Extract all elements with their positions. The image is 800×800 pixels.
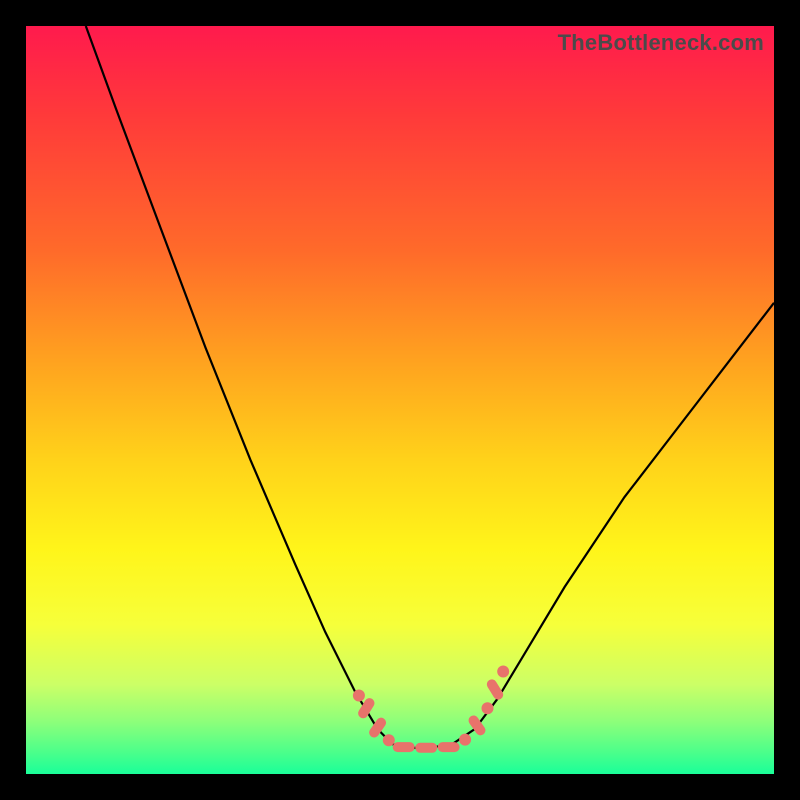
curve-marker-dot: [497, 666, 509, 678]
curve-marker-oblong: [438, 742, 460, 752]
chart-plot-area: TheBottleneck.com: [26, 26, 774, 774]
curve-marker-oblong: [393, 742, 415, 752]
chart-frame: TheBottleneck.com: [0, 0, 800, 800]
curve-marker-dot: [459, 734, 471, 746]
curve-marker-oblong: [415, 743, 437, 753]
curve-marker-dot: [353, 690, 365, 702]
chart-svg: [26, 26, 774, 774]
curve-markers: [353, 666, 509, 753]
curve-marker-dot: [383, 734, 395, 746]
curve-marker-dot: [482, 702, 494, 714]
bottleneck-curve: [86, 26, 774, 748]
